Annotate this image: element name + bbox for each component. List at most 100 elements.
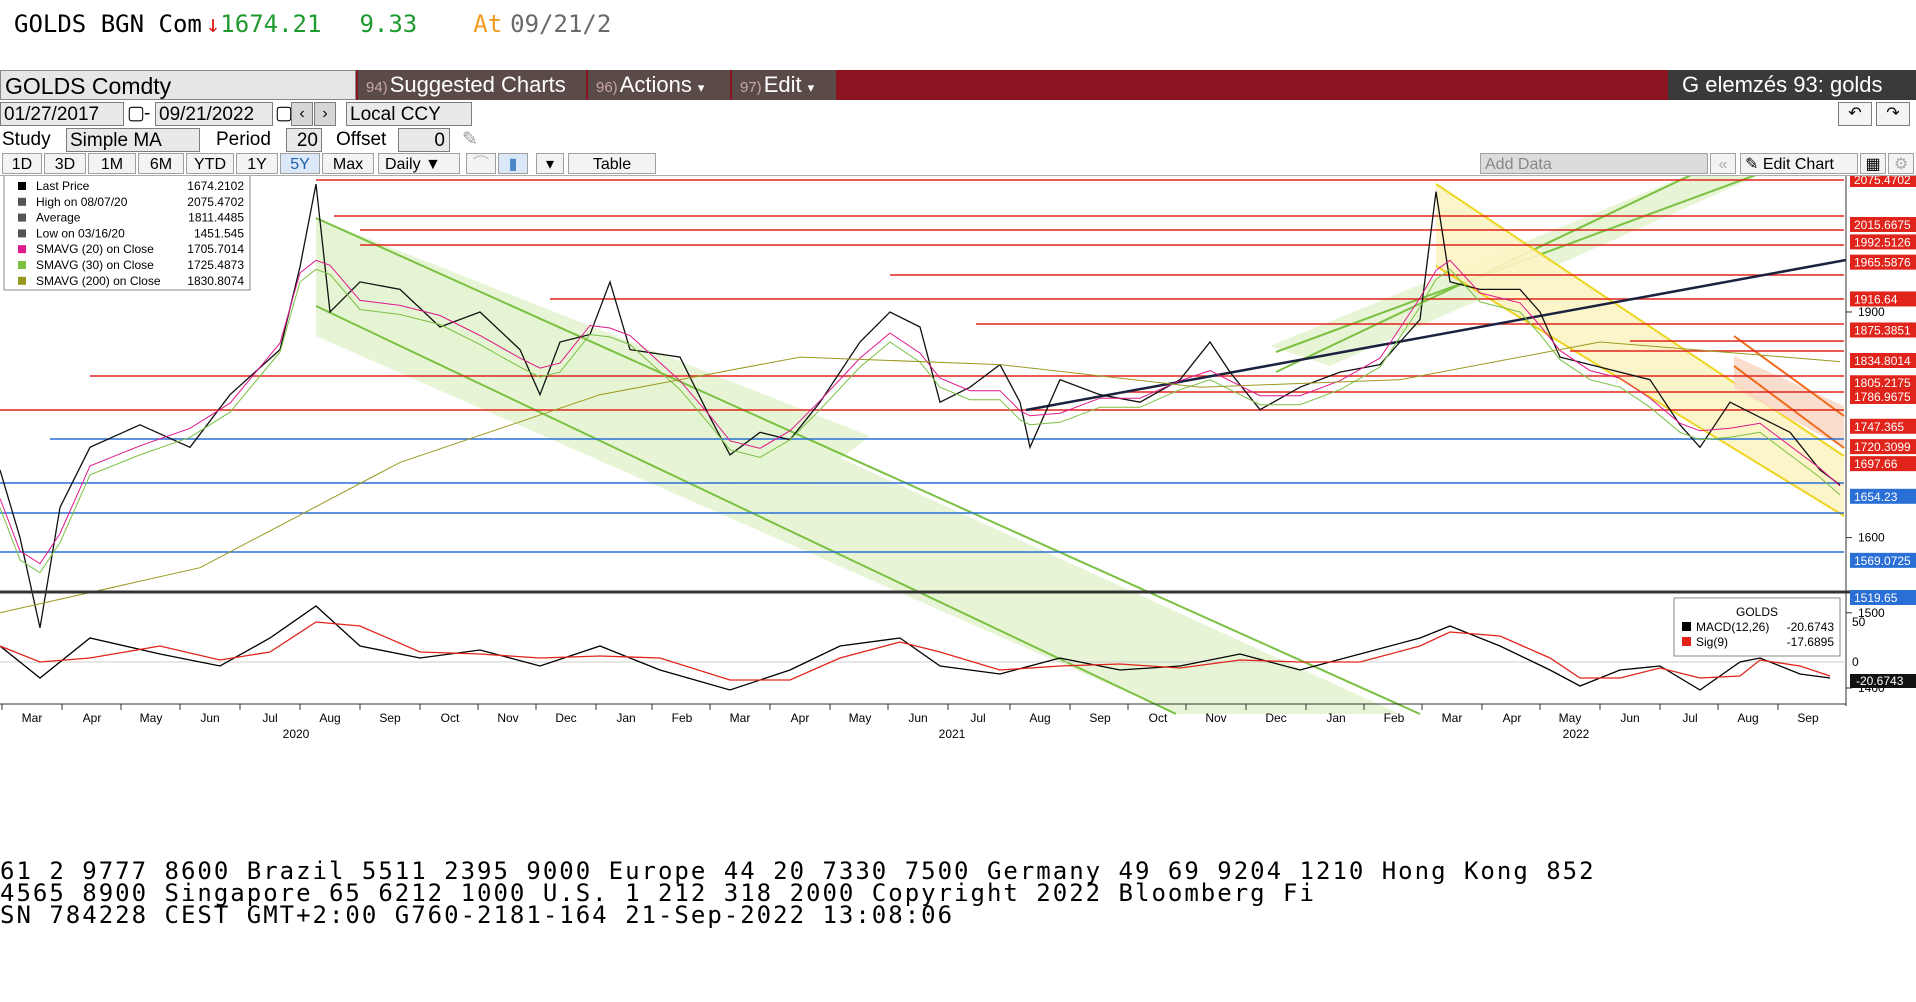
period-1y[interactable]: 1Y <box>236 153 278 174</box>
add-data-input[interactable]: Add Data <box>1480 153 1708 174</box>
sig-value: -17.6895 <box>1787 635 1835 649</box>
analysis-title: G elemzés 93: golds <box>1668 70 1916 100</box>
price-chart-svg: Last Price 1674.2102 High on 08/07/20 2075.… <box>0 155 1916 741</box>
month-label: May <box>1559 711 1582 725</box>
chevron-down-icon[interactable]: ▾ <box>536 153 564 174</box>
month-label: Feb <box>1384 711 1405 725</box>
down-arrow-icon: ↓ <box>205 10 221 38</box>
chevron-right-icon[interactable]: › <box>314 102 336 126</box>
suggested-label: Suggested Charts <box>389 72 566 97</box>
price-tag-label: 1875.3851 <box>1854 323 1911 337</box>
undo-icon[interactable]: ↶ <box>1838 102 1872 126</box>
green-channel-top-line <box>315 217 1421 715</box>
study-select[interactable]: Simple MA <box>66 128 200 152</box>
legend-box: Last Price 1674.2102 High on 08/07/20 2075.… <box>3 173 251 291</box>
legend-label: High on 08/07/20 <box>36 195 128 209</box>
period-1m[interactable]: 1M <box>88 153 136 174</box>
at-label: At <box>473 10 503 38</box>
calendar-icon[interactable]: ▢ <box>127 102 145 126</box>
edit-button[interactable]: 97)Edit ▾ <box>732 70 836 100</box>
period-max[interactable]: Max <box>322 153 374 174</box>
chevron-left-icon[interactable]: ‹ <box>291 102 313 126</box>
price-tag-label: 1747.365 <box>1854 420 1904 434</box>
legend-swatch <box>18 261 26 269</box>
legend-value: 1725.4873 <box>187 258 244 272</box>
gear-icon[interactable]: ⚙ <box>1888 153 1914 174</box>
month-label: May <box>140 711 163 725</box>
period-3d[interactable]: 3D <box>44 153 86 174</box>
price-tag-label: 1569.0725 <box>1854 554 1911 568</box>
actions-button[interactable]: 96)Actions ▾ <box>588 70 730 100</box>
chevron-down-icon: ▾ <box>807 80 815 95</box>
frequency-select[interactable]: Daily ▼ <box>378 153 460 174</box>
period-ytd[interactable]: YTD <box>186 153 234 174</box>
legend-label: Average <box>36 211 81 225</box>
period-label: Period <box>216 129 271 150</box>
edit-chart-button[interactable]: ✎ Edit Chart <box>1740 153 1858 174</box>
frequency-label: Daily <box>385 156 421 173</box>
macd-label: MACD(12,26) <box>1696 620 1769 634</box>
month-label: Jun <box>908 711 927 725</box>
currency-select[interactable]: Local CCY <box>346 102 472 126</box>
month-labels: Mar Apr May Jun Jul Aug Sep Oct Nov Dec Jan Feb Mar A… <box>1 704 1819 725</box>
edit-num: 97) <box>740 79 762 96</box>
macd-legend: GOLDS MACD(12,26) -20.6743 Sig(9) -17.68… <box>1673 597 1841 657</box>
period-1d[interactable]: 1D <box>2 153 42 174</box>
month-label: Mar <box>22 711 43 725</box>
legend-swatch <box>18 276 26 285</box>
study-label: Study <box>2 129 51 150</box>
pencil-icon: ✎ <box>1745 156 1759 173</box>
month-label: Mar <box>1442 711 1463 725</box>
legend-swatch <box>18 182 26 190</box>
legend-swatch <box>18 197 26 206</box>
security-name: GOLDS BGN Com <box>14 10 202 38</box>
chart-settings-icon[interactable]: ▦ <box>1860 153 1886 174</box>
month-label: Jul <box>1682 711 1697 725</box>
command-toolbar: GOLDS Comdty 94)Suggested Charts 96)Acti… <box>0 70 1916 100</box>
tick-label: 1600 <box>1858 531 1885 545</box>
security-input[interactable]: GOLDS Comdty <box>0 70 356 100</box>
legend-value: 1830.8074 <box>187 274 244 288</box>
bar-chart-icon[interactable]: ▮ <box>498 153 528 174</box>
price-tag-label: 2015.6675 <box>1854 218 1911 232</box>
collapse-icon[interactable]: « <box>1710 153 1736 174</box>
year-labels: 2020 2021 2022 <box>283 727 1590 741</box>
suggested-charts-button[interactable]: 94)Suggested Charts <box>358 70 586 100</box>
legend-value: 1451.545 <box>194 226 244 240</box>
price-tag-label: 1519.65 <box>1854 591 1898 605</box>
date-separator: - <box>144 103 151 124</box>
price-tag-label: 1834.8014 <box>1854 354 1911 368</box>
macd-value: -20.6743 <box>1787 620 1835 634</box>
last-price: 1674.21 <box>220 10 322 38</box>
month-label: Nov <box>1205 711 1226 725</box>
date-range-row: 01/27/2017 ▢ - 09/21/2022 ▢ ‹ › Local CC… <box>0 102 1916 126</box>
price-tag-label: 1992.5126 <box>1854 235 1911 249</box>
month-label: Apr <box>1503 711 1522 725</box>
year-label: 2020 <box>283 727 310 741</box>
quote-date: 09/21/2 <box>510 10 612 38</box>
offset-input[interactable]: 0 <box>398 128 450 152</box>
edit-label: Edit <box>763 72 802 97</box>
period-input[interactable]: 20 <box>286 128 322 152</box>
table-button[interactable]: Table <box>568 153 656 174</box>
period-6m[interactable]: 6M <box>138 153 184 174</box>
signal-series <box>0 621 1831 681</box>
month-label: Apr <box>83 711 102 725</box>
study-row: Study Simple MA Period 20 Offset 0 ✎ <box>0 128 1916 152</box>
macd-tick-50: 50 <box>1852 615 1866 629</box>
year-label: 2022 <box>1563 727 1590 741</box>
pencil-icon[interactable]: ✎ <box>462 128 478 152</box>
month-label: Jan <box>616 711 635 725</box>
start-date-field[interactable]: 01/27/2017 <box>0 102 124 126</box>
end-date-field[interactable]: 09/21/2022 <box>155 102 273 126</box>
redo-icon[interactable]: ↷ <box>1876 102 1910 126</box>
price-tag-label: 1697.66 <box>1854 457 1898 471</box>
yellow-channel-fill <box>1436 184 1844 516</box>
edit-chart-label: Edit Chart <box>1762 156 1834 173</box>
month-label: Oct <box>441 711 460 725</box>
line-chart-icon[interactable]: ⌒ <box>466 153 496 174</box>
month-label: Aug <box>1029 711 1050 725</box>
period-5y[interactable]: 5Y <box>280 153 320 174</box>
legend-value: 2075.4702 <box>187 195 244 209</box>
month-label: Jun <box>1620 711 1639 725</box>
